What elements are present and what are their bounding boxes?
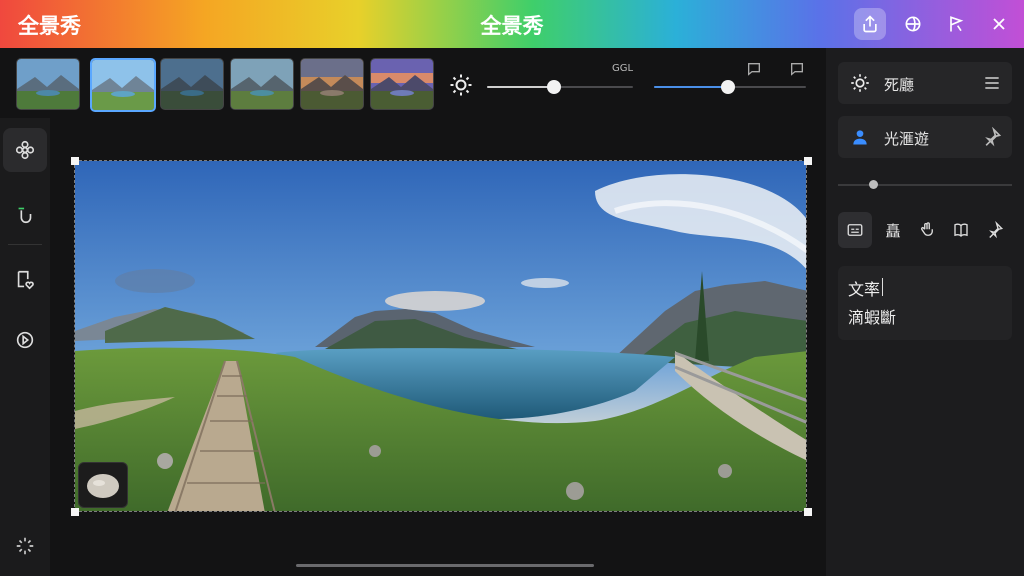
preset-thumbnail[interactable]: [16, 58, 80, 110]
comment-icon[interactable]: [746, 61, 762, 77]
subtitle-tool[interactable]: [838, 212, 872, 248]
panel-slider[interactable]: [838, 180, 1012, 189]
preset-thumbnail[interactable]: [230, 58, 294, 110]
text-line-2: 滴蝦斷: [848, 308, 897, 327]
share-icon: [863, 15, 877, 33]
close-icon: [993, 18, 1005, 30]
preset-thumbnail-selected[interactable]: [90, 58, 156, 112]
brightness-slider[interactable]: [487, 80, 633, 94]
rotate-view-button[interactable]: [897, 8, 929, 40]
flag-icon: [950, 16, 964, 32]
title-bar: 全景秀 全景秀: [0, 0, 1024, 48]
rotate-icon: [905, 16, 921, 32]
toolbar-divider: [8, 244, 42, 245]
text-editor[interactable]: 文率 滴蝦斷: [838, 266, 1012, 340]
flag-button[interactable]: [940, 8, 972, 40]
bookmark-tool[interactable]: [944, 212, 978, 248]
adjustment-label: 死廳: [884, 76, 915, 94]
text-tools: 矗: [838, 212, 1012, 248]
sun-icon: [851, 74, 869, 92]
undo-icon: [18, 207, 32, 224]
right-panel: 死廳 光滙遊 矗 文率 滴蝦斷: [826, 48, 1024, 576]
text-cursor: [882, 278, 883, 296]
crop-handle-top-right[interactable]: [804, 157, 812, 165]
share-button[interactable]: [854, 8, 886, 40]
settings-tool[interactable]: [3, 524, 47, 568]
hand-icon: [920, 222, 933, 236]
sparkle-icon: [16, 537, 34, 555]
pin-icon: [989, 221, 1004, 239]
adjustment-card[interactable]: 死廳: [838, 62, 1012, 104]
undo-tool[interactable]: [3, 192, 47, 236]
sticker-thumbnail[interactable]: [78, 462, 128, 508]
person-card[interactable]: 光滙遊: [838, 116, 1012, 158]
panorama-canvas[interactable]: [74, 160, 807, 512]
flower-icon: [15, 140, 35, 160]
play-tool[interactable]: [3, 318, 47, 362]
brightness-slider-knob[interactable]: [547, 80, 562, 94]
book-icon: [954, 223, 968, 237]
pin-icon[interactable]: [982, 127, 1002, 147]
crop-handle-top-left[interactable]: [71, 157, 79, 165]
text-line-1: 文率: [848, 280, 881, 299]
control-label: GGL: [612, 63, 634, 74]
close-button[interactable]: [983, 8, 1015, 40]
preset-thumbnail[interactable]: [370, 58, 434, 110]
play-circle-icon: [16, 331, 34, 349]
menu-icon[interactable]: [982, 73, 1002, 93]
panel-slider-knob[interactable]: [868, 180, 878, 189]
text-tool[interactable]: 矗: [876, 212, 910, 248]
brightness-slider-fill: [487, 86, 555, 88]
sun-icon[interactable]: [449, 73, 473, 97]
panorama-image: [75, 161, 806, 511]
blue-slider-fill: [654, 86, 729, 88]
person-icon: [853, 130, 867, 145]
tag-heart-icon: [17, 270, 34, 290]
blue-slider[interactable]: [654, 80, 806, 94]
person-label: 光滙遊: [884, 130, 930, 148]
horizontal-scrollbar[interactable]: [296, 564, 594, 567]
left-toolbar: [0, 118, 50, 576]
pin-tool[interactable]: [978, 212, 1012, 248]
blue-slider-knob[interactable]: [721, 80, 736, 94]
crop-handle-bottom-left[interactable]: [71, 508, 79, 516]
preset-thumbnail[interactable]: [160, 58, 224, 110]
preset-thumbnail[interactable]: [300, 58, 364, 110]
brush-tool[interactable]: [910, 212, 944, 248]
tag-tool[interactable]: [3, 258, 47, 302]
crop-handle-bottom-right[interactable]: [804, 508, 812, 516]
filters-tool[interactable]: [3, 128, 47, 172]
comment-icon[interactable]: [789, 61, 805, 77]
stone-icon: [87, 474, 119, 498]
caption-icon: [847, 224, 863, 236]
